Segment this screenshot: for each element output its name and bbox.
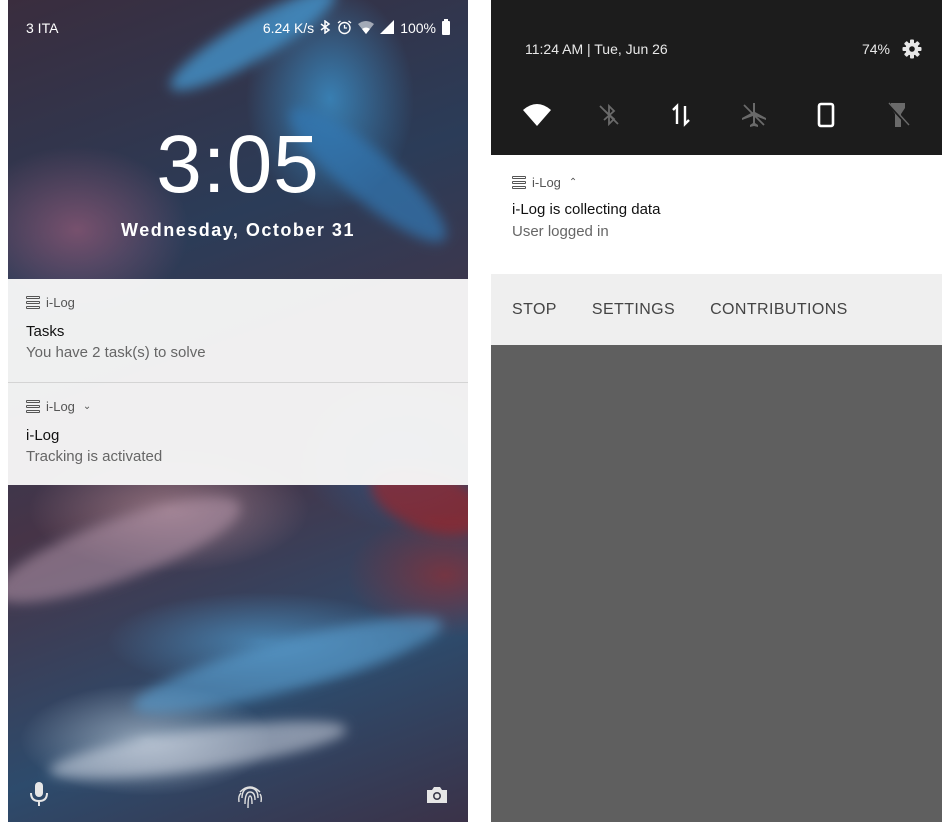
wallpaper-stroke — [8, 477, 251, 623]
battery-percent: 100% — [400, 20, 436, 36]
notification-text: Tracking is activated — [26, 448, 163, 465]
airplane-mode-icon[interactable] — [736, 98, 772, 132]
notification-shade: 11:24 AM | Tue, Jun 26 74% i-Log ⌃ i-Log… — [491, 0, 942, 822]
lock-bottom-bar — [28, 782, 448, 812]
time-date-label: 11:24 AM | Tue, Jun 26 — [525, 41, 668, 57]
lock-status-bar: 3 ITA 6.24 K/s 100% — [26, 18, 450, 38]
expanded-notification[interactable]: i-Log ⌃ i-Log is collecting data User lo… — [491, 155, 942, 274]
notification-tasks[interactable]: i-Log Tasks You have 2 task(s) to solve — [8, 279, 468, 382]
notification-header: i-Log ⌃ — [512, 175, 922, 190]
shade-status-right: 74% — [862, 39, 922, 59]
bluetooth-icon — [320, 19, 331, 36]
battery-percent: 74% — [861, 41, 890, 57]
network-speed: 6.24 K/s — [262, 20, 315, 36]
quick-settings-panel: 11:24 AM | Tue, Jun 26 74% — [491, 0, 942, 155]
wifi-icon[interactable] — [519, 98, 555, 132]
quick-settings-row — [519, 98, 916, 132]
status-icons: 6.24 K/s 100% — [262, 19, 450, 37]
lock-screen: 3 ITA 6.24 K/s 100% 3:05 Wednesday, Octo… — [8, 0, 468, 822]
mic-icon[interactable] — [28, 780, 50, 808]
flashlight-icon[interactable] — [880, 98, 916, 132]
settings-button[interactable]: SETTINGS — [592, 301, 675, 319]
i-log-app-icon — [512, 176, 526, 189]
i-log-app-icon — [26, 400, 40, 413]
wallpaper-stroke — [46, 709, 350, 791]
camera-icon[interactable] — [426, 786, 448, 804]
wifi-icon — [358, 20, 375, 36]
stop-button[interactable]: STOP — [512, 301, 557, 319]
notification-header: i-Log — [26, 295, 452, 310]
carrier-label: 3 ITA — [26, 20, 59, 36]
app-name: i-Log — [46, 295, 75, 310]
notification-header: i-Log ⌄ — [26, 399, 452, 414]
notification-tracking[interactable]: i-Log ⌄ i-Log Tracking is activated — [8, 382, 468, 485]
fingerprint-icon[interactable] — [234, 780, 266, 812]
wallpaper-stroke — [126, 599, 450, 731]
app-name: i-Log — [46, 399, 75, 414]
lock-notification-list: i-Log Tasks You have 2 task(s) to solve … — [8, 279, 468, 485]
auto-rotate-icon[interactable] — [808, 98, 844, 132]
gear-icon[interactable] — [902, 39, 922, 59]
alarm-icon — [337, 19, 352, 37]
chevron-up-icon[interactable]: ⌃ — [569, 177, 577, 188]
lock-date: Wednesday, October 31 — [121, 220, 355, 240]
app-name: i-Log — [532, 175, 561, 190]
signal-icon — [380, 20, 395, 36]
bluetooth-icon[interactable] — [591, 98, 627, 132]
mobile-data-icon[interactable] — [663, 98, 699, 132]
notification-title: i-Log is collecting data — [512, 201, 661, 218]
notification-text: User logged in — [512, 223, 609, 240]
chevron-down-icon[interactable]: ⌄ — [83, 401, 91, 412]
wallpaper-stroke — [160, 0, 346, 105]
lock-clock: 3:05 — [156, 119, 320, 210]
contributions-button[interactable]: CONTRIBUTIONS — [710, 301, 848, 319]
notification-actions: STOP SETTINGS CONTRIBUTIONS — [491, 274, 942, 345]
notification-text: You have 2 task(s) to solve — [26, 344, 206, 361]
i-log-app-icon — [26, 296, 40, 309]
battery-icon — [442, 19, 450, 35]
notification-title: i-Log — [26, 427, 60, 444]
shade-status-bar: 11:24 AM | Tue, Jun 26 74% — [525, 38, 922, 60]
notification-title: Tasks — [26, 323, 65, 340]
